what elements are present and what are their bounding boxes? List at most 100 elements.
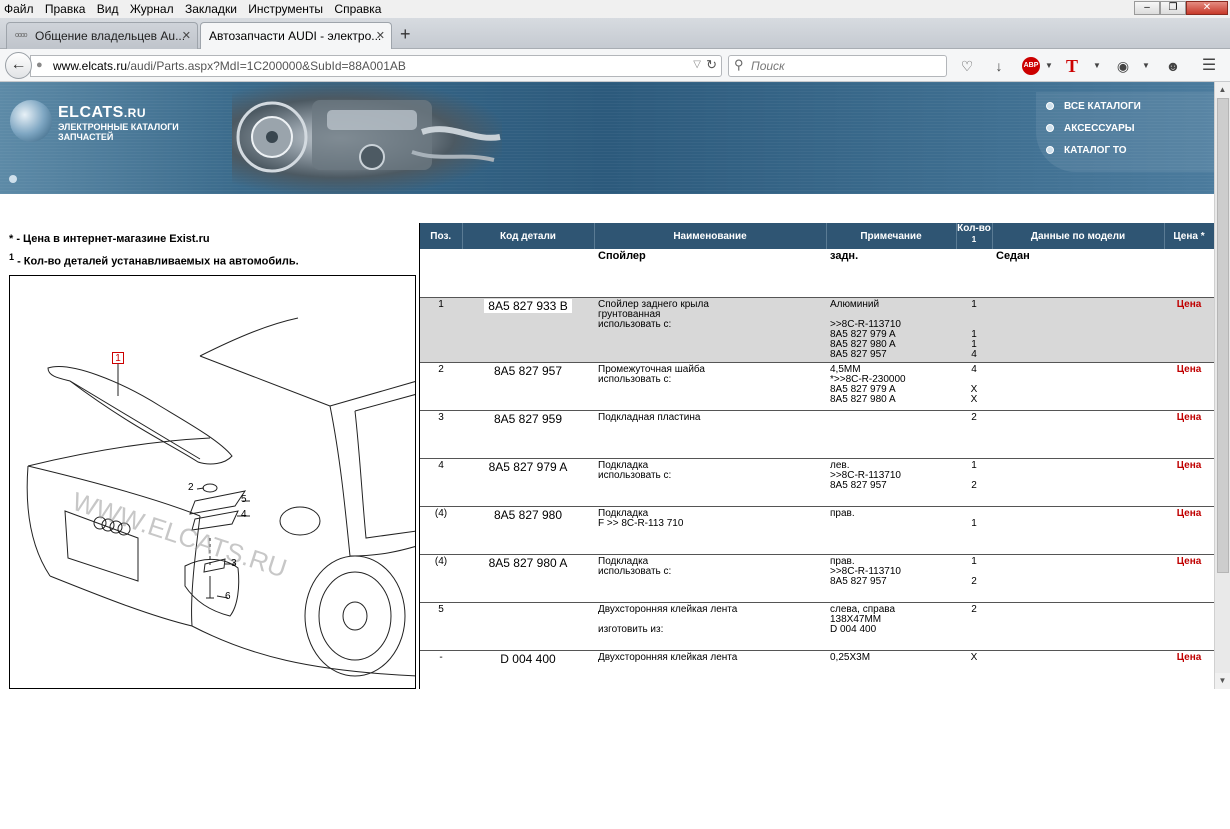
scroll-down-icon[interactable]: ▼	[1215, 673, 1230, 689]
close-icon[interactable]: ✕	[376, 29, 385, 42]
tab-elcats[interactable]: Автозапчасти AUDI - электро... ✕	[200, 22, 392, 49]
table-row[interactable]: 2 8A5 827 957 Промежуточная шайба использов…	[420, 362, 1214, 411]
part-code-link[interactable]: 8A5 827 980 A	[489, 556, 568, 570]
row-name: Подкладная пластина	[594, 410, 826, 459]
part-code-link[interactable]: 8A5 827 979 A	[489, 460, 568, 474]
row-qty-line: 2	[971, 603, 977, 615]
hamburger-menu-icon[interactable]: ☰	[1200, 57, 1218, 75]
bullet-icon	[1046, 124, 1054, 133]
part-code-link[interactable]: 8A5 827 959	[494, 412, 562, 426]
row-qty-line: 4	[971, 348, 977, 360]
table-row[interactable]: 4 8A5 827 979 A Подкладка использовать с: ле…	[420, 458, 1214, 507]
row-code[interactable]: 8A5 827 980 A	[462, 554, 594, 603]
row-model	[992, 650, 1164, 689]
chevron-down-icon[interactable]: ▼	[1040, 57, 1058, 75]
row-code[interactable]: 8A5 827 957	[462, 362, 594, 411]
row-note-line: D 004 400	[830, 623, 877, 635]
row-note-line: 8A5 827 957	[830, 575, 887, 587]
menu-bookmarks[interactable]: Закладки	[181, 0, 241, 17]
dropdown-icon[interactable]: ▽	[693, 59, 701, 70]
scroll-up-icon[interactable]: ▲	[1215, 82, 1230, 98]
col-price: Цена *	[1164, 223, 1214, 250]
extension-icon[interactable]: ◉	[1114, 57, 1132, 75]
row-name: Подкладка F >> 8C-R-113 710	[594, 506, 826, 555]
menu-view[interactable]: Вид	[93, 0, 123, 17]
price-link[interactable]: Цена	[1164, 650, 1214, 689]
price-note: * - Цена в интернет-магазине Exist.ru	[9, 233, 210, 245]
price-link[interactable]: Цена	[1164, 362, 1214, 411]
close-icon[interactable]: ✕	[182, 29, 191, 42]
callout-2[interactable]: 2	[188, 482, 194, 493]
row-code[interactable]: 8A5 827 980	[462, 506, 594, 555]
row-code[interactable]: 8A5 827 979 A	[462, 458, 594, 507]
price-link[interactable]: Цена	[1164, 410, 1214, 459]
row-code[interactable]: 8A5 827 959	[462, 410, 594, 459]
url-bar[interactable]: ● www.elcats.ru/audi/Parts.aspx?MdI=1C20…	[30, 55, 722, 77]
vertical-scrollbar[interactable]: ▲ ▼	[1214, 82, 1230, 689]
nav-all-catalogs[interactable]: ВСЕ КАТАЛОГИ	[1046, 101, 1141, 112]
chevron-down-icon[interactable]: ▼	[1088, 57, 1106, 75]
adblock-icon[interactable]: ABP	[1022, 57, 1040, 75]
group-name: Спойлер	[594, 249, 826, 298]
table-row[interactable]: 3 8A5 827 959 Подкладная пластина 2 Цена	[420, 410, 1214, 459]
menu-file[interactable]: Файл	[0, 0, 38, 17]
price-link[interactable]: Цена	[1164, 506, 1214, 555]
site-header: ELCATS.RU ЭЛЕКТРОННЫЕ КАТАЛОГИ ЗАПЧАСТЕЙ…	[0, 82, 1214, 194]
row-name-line: Двухсторонняя клейкая лента	[598, 603, 738, 615]
parts-diagram[interactable]: WWW.ELCATS.RU 1 2 3 4 5 6	[9, 275, 416, 689]
callout-5[interactable]: 5	[241, 494, 247, 505]
callout-4[interactable]: 4	[241, 509, 247, 520]
row-qty-line: X	[970, 651, 978, 663]
menu-edit[interactable]: Правка	[41, 0, 90, 17]
price-link[interactable]: Цена	[1164, 458, 1214, 507]
part-code-link[interactable]: 8A5 827 933 B	[484, 298, 572, 313]
row-code[interactable]: 8A5 827 933 B	[462, 297, 594, 363]
table-row[interactable]: 5 Двухсторонняя клейкая лента изготовить и…	[420, 602, 1214, 651]
site-logo[interactable]: ELCATS.RU	[58, 104, 146, 122]
part-code-link[interactable]: D 004 400	[500, 652, 555, 666]
price-link[interactable]	[1164, 602, 1214, 651]
row-note	[826, 410, 956, 459]
nav-accessories[interactable]: АКСЕССУАРЫ	[1046, 123, 1135, 134]
back-button[interactable]: ←	[5, 52, 32, 79]
table-row[interactable]: (4) 8A5 827 980 A Подкладка использовать с:…	[420, 554, 1214, 603]
row-qty: 4XX	[956, 362, 992, 411]
smiley-icon[interactable]: ☻	[1164, 57, 1182, 75]
scroll-thumb[interactable]	[1217, 98, 1229, 573]
callout-3[interactable]: 3	[231, 558, 237, 569]
menu-tools[interactable]: Инструменты	[244, 0, 327, 17]
table-row[interactable]: (4) 8A5 827 980 Подкладка F >> 8C-R-113 710…	[420, 506, 1214, 555]
back-arrow-icon: ←	[10, 56, 27, 73]
price-link[interactable]: Цена	[1164, 297, 1214, 363]
price-link[interactable]: Цена	[1164, 554, 1214, 603]
table-row[interactable]: 1 8A5 827 933 B Спойлер заднего крыла грунт…	[420, 297, 1214, 363]
row-code[interactable]: D 004 400	[462, 650, 594, 689]
menu-help[interactable]: Справка	[330, 0, 385, 17]
tab-forum[interactable]: oooo Общение владельцев Au... ✕	[6, 22, 198, 49]
reload-icon[interactable]: ↻	[706, 57, 717, 73]
row-name-line: Подкладная пластина	[598, 411, 701, 423]
row-qty-line: 1	[971, 298, 977, 310]
menu-history[interactable]: Журнал	[126, 0, 178, 17]
minimize-button[interactable]: –	[1134, 1, 1160, 15]
part-code-link[interactable]: 8A5 827 980	[494, 508, 562, 522]
new-tab-button[interactable]: +	[400, 24, 411, 45]
row-qty: 12	[956, 554, 992, 603]
table-row[interactable]: - D 004 400 Двухсторонняя клейкая лента 0,2…	[420, 650, 1214, 689]
translate-icon[interactable]: T	[1063, 57, 1081, 75]
chevron-down-icon[interactable]: ▼	[1137, 57, 1155, 75]
part-code-link[interactable]: 8A5 827 957	[494, 364, 562, 378]
close-window-button[interactable]: ✕	[1186, 1, 1228, 15]
row-code[interactable]	[462, 602, 594, 651]
site-tagline: ЭЛЕКТРОННЫЕ КАТАЛОГИ ЗАПЧАСТЕЙ	[58, 122, 179, 142]
audi-rings-icon: oooo	[15, 31, 28, 39]
pocket-icon[interactable]: ♡	[958, 57, 976, 75]
callout-6[interactable]: 6	[225, 591, 231, 602]
callout-1[interactable]: 1	[112, 352, 124, 364]
search-input[interactable]: ⚲ Поиск	[728, 55, 947, 77]
row-name-line: изготовить из:	[598, 623, 664, 635]
download-icon[interactable]: ↓	[990, 57, 1008, 75]
maximize-button[interactable]: ❐	[1160, 1, 1186, 15]
nav-maintenance-catalog[interactable]: КАТАЛОГ ТО	[1046, 145, 1127, 156]
bullet-icon[interactable]	[9, 175, 17, 183]
